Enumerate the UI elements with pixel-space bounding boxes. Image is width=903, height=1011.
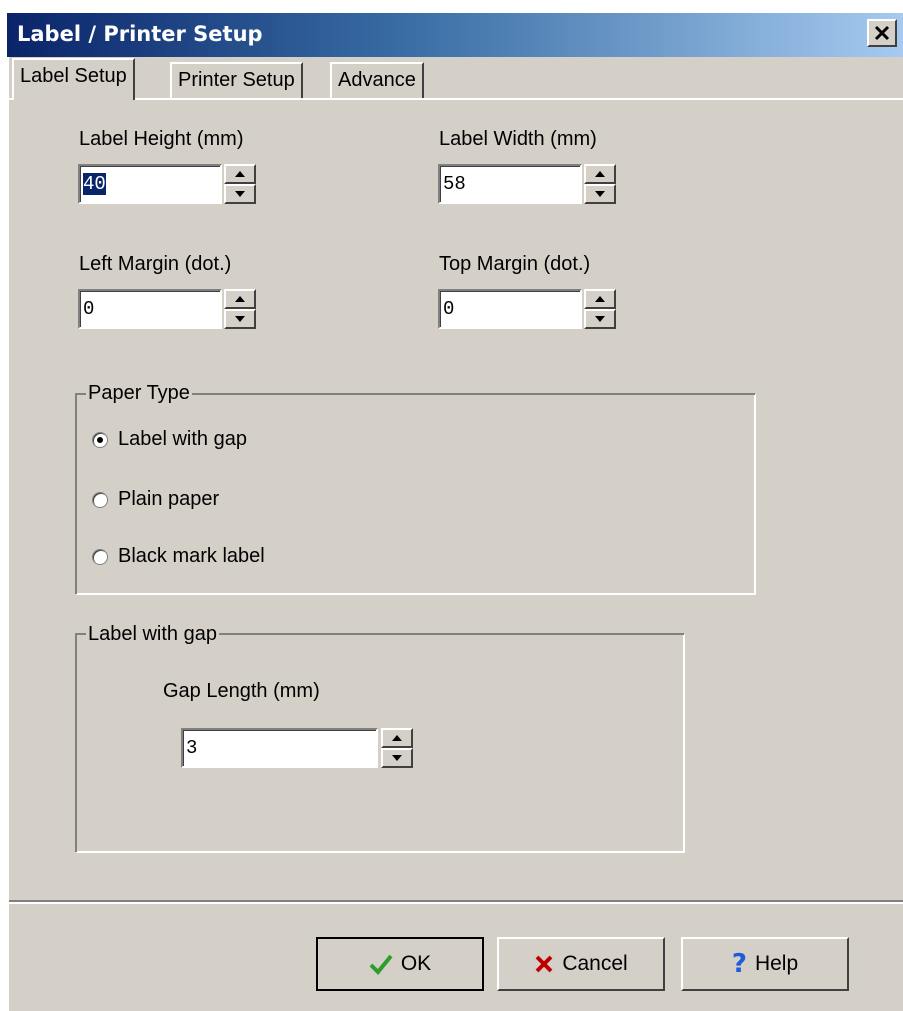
question-icon: ? — [731, 949, 747, 979]
label-height-value: 40 — [83, 173, 106, 195]
radio-plain-paper[interactable]: Plain paper — [92, 488, 219, 511]
spin-up-button[interactable] — [584, 289, 616, 309]
tab-panel-border — [7, 98, 903, 100]
window-title: Label / Printer Setup — [17, 22, 263, 46]
cancel-label: Cancel — [562, 952, 628, 975]
cancel-button[interactable]: Cancel — [497, 937, 665, 991]
tab-printer-setup[interactable]: Printer Setup — [170, 62, 303, 98]
spin-down-button[interactable] — [584, 184, 616, 204]
close-icon — [874, 25, 890, 41]
radio-label: Plain paper — [118, 488, 220, 510]
arrow-down-icon — [595, 191, 605, 197]
spin-down-button[interactable] — [224, 184, 256, 204]
label-height-input[interactable]: 40 — [78, 164, 222, 204]
arrow-up-icon — [235, 296, 245, 302]
gap-group — [75, 633, 685, 853]
label-height-label: Label Height (mm) — [79, 128, 244, 150]
tab-advance[interactable]: Advance — [330, 62, 424, 98]
arrow-down-icon — [235, 316, 245, 322]
radio-label: Black mark label — [118, 545, 265, 567]
spin-down-button[interactable] — [224, 309, 256, 329]
spin-up-button[interactable] — [381, 728, 413, 748]
left-margin-input[interactable]: 0 — [78, 289, 222, 329]
left-margin-label: Left Margin (dot.) — [79, 253, 232, 275]
ok-button[interactable]: OK — [316, 937, 484, 991]
top-margin-input[interactable]: 0 — [438, 289, 582, 329]
gap-length-input[interactable]: 3 — [181, 728, 378, 768]
label-width-spinner[interactable] — [584, 164, 616, 204]
paper-type-legend: Paper Type — [86, 382, 192, 405]
radio-button[interactable] — [92, 548, 108, 565]
label-width-input[interactable]: 58 — [438, 164, 582, 204]
arrow-up-icon — [392, 735, 402, 741]
top-margin-spinner[interactable] — [584, 289, 616, 329]
arrow-down-icon — [235, 191, 245, 197]
arrow-up-icon — [235, 171, 245, 177]
spin-down-button[interactable] — [381, 748, 413, 768]
radio-button[interactable] — [92, 491, 108, 508]
radio-black-mark-label[interactable]: Black mark label — [92, 545, 265, 568]
title-bar[interactable]: Label / Printer Setup — [7, 13, 903, 57]
radio-label-with-gap[interactable]: Label with gap — [92, 428, 247, 451]
gap-group-legend: Label with gap — [86, 623, 219, 646]
close-button[interactable] — [867, 19, 897, 47]
arrow-up-icon — [595, 171, 605, 177]
radio-label: Label with gap — [118, 428, 247, 450]
tab-label-setup[interactable]: Label Setup — [12, 58, 135, 100]
top-margin-label: Top Margin (dot.) — [439, 253, 591, 275]
spin-up-button[interactable] — [584, 164, 616, 184]
spin-up-button[interactable] — [224, 289, 256, 309]
arrow-down-icon — [595, 316, 605, 322]
arrow-up-icon — [595, 296, 605, 302]
spin-up-button[interactable] — [224, 164, 256, 184]
label-width-label: Label Width (mm) — [439, 128, 597, 150]
checkmark-icon — [369, 953, 393, 975]
ok-label: OK — [400, 952, 432, 975]
x-icon — [534, 954, 554, 974]
radio-button-checked[interactable] — [92, 431, 108, 448]
spin-down-button[interactable] — [584, 309, 616, 329]
help-button[interactable]: ? Help — [681, 937, 849, 991]
label-height-spinner[interactable] — [224, 164, 256, 204]
gap-length-label: Gap Length (mm) — [163, 680, 320, 702]
help-label: Help — [754, 952, 799, 975]
gap-length-spinner[interactable] — [381, 728, 413, 768]
left-margin-spinner[interactable] — [224, 289, 256, 329]
arrow-down-icon — [392, 755, 402, 761]
button-separator — [9, 900, 903, 904]
